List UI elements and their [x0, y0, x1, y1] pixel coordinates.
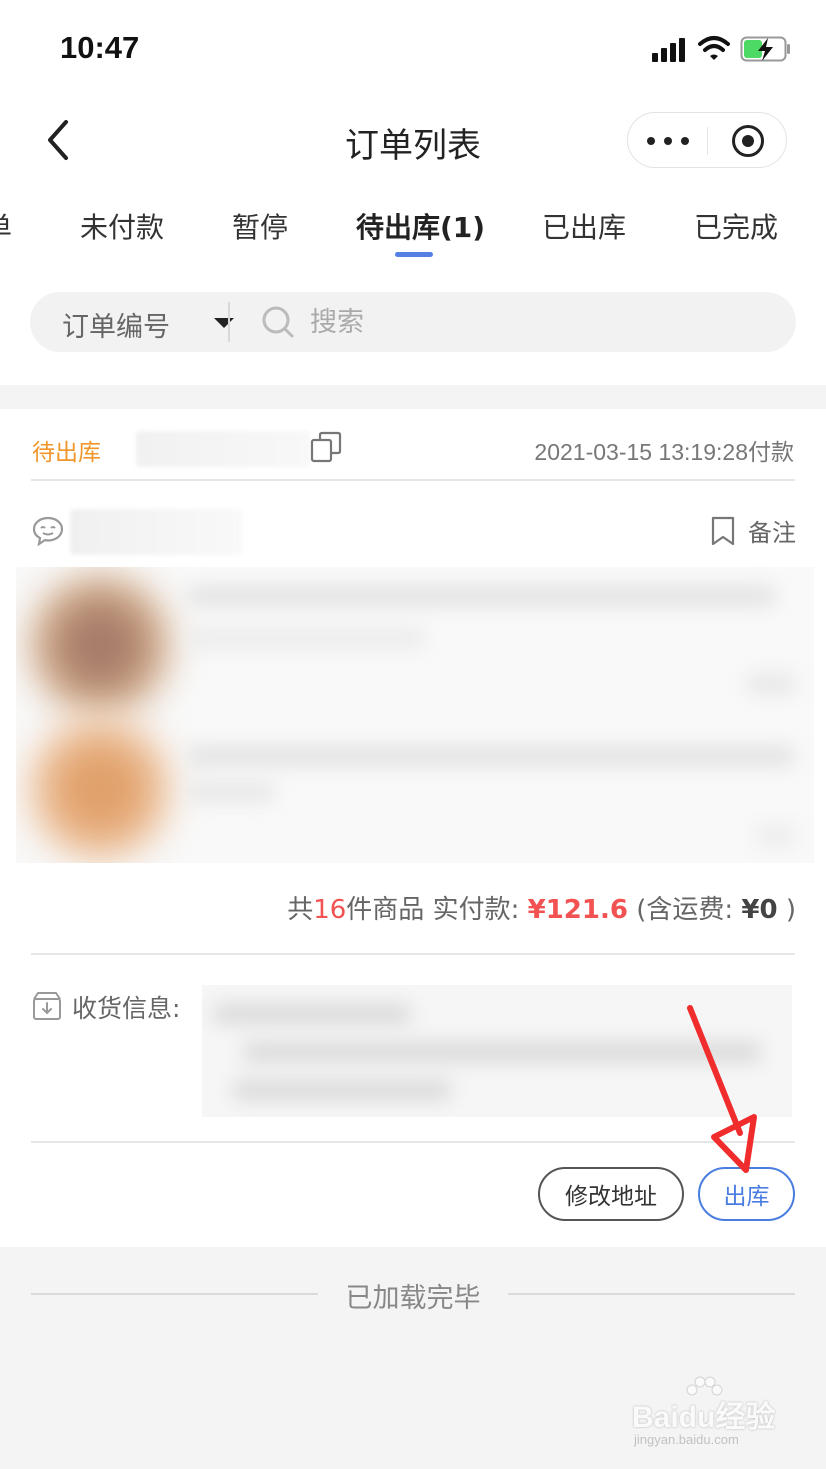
- product-spec-redacted: [186, 627, 426, 649]
- remark-button[interactable]: 备注: [710, 513, 796, 548]
- paid-amount: ¥121.6: [527, 895, 628, 925]
- bookmark-icon: [711, 516, 735, 545]
- tab-unpaid[interactable]: 未付款: [80, 206, 164, 246]
- product-title-redacted: [186, 585, 776, 607]
- tab-awaiting-shipment[interactable]: 待出库(1): [356, 206, 485, 246]
- loaded-complete-text: 已加载完毕: [345, 1283, 481, 1314]
- watermark-text: Baidu经验: [632, 1401, 776, 1434]
- tab-shipped[interactable]: 已出库: [542, 206, 626, 246]
- product-thumbnail: [30, 575, 170, 715]
- address-label: 收货信息:: [72, 994, 181, 1023]
- delivery-box-icon: [33, 992, 61, 1020]
- search-bar: 订单编号: [30, 292, 796, 352]
- payment-time: 2021-03-15 13:19:28付款: [534, 439, 794, 465]
- product-qty-redacted: [746, 673, 796, 695]
- more-menu-icon[interactable]: [628, 113, 708, 169]
- product-spec-redacted: [186, 781, 276, 803]
- product-thumbnail: [30, 719, 170, 859]
- cellular-signal-icon: [652, 38, 688, 62]
- active-tab-indicator: [395, 252, 433, 257]
- product-title-redacted: [186, 745, 796, 767]
- baidu-watermark: Baidu经验 jingyan.baidu.com: [632, 1376, 792, 1456]
- battery-charging-icon: [740, 36, 790, 62]
- item-count: 16: [313, 895, 347, 925]
- shipping-fee: ¥0: [741, 895, 778, 925]
- search-input[interactable]: [310, 300, 770, 344]
- product-item[interactable]: [16, 567, 814, 715]
- copy-icon[interactable]: [310, 431, 342, 463]
- annotation-arrow-icon: [687, 1005, 757, 1173]
- order-number-redacted: [136, 431, 310, 467]
- tab-all-orders[interactable]: 单: [0, 206, 12, 246]
- remark-label: 备注: [748, 519, 796, 547]
- footer-line-right: [508, 1293, 795, 1295]
- search-type-selector[interactable]: 订单编号: [62, 305, 170, 344]
- edit-address-button[interactable]: 修改地址: [538, 1167, 684, 1221]
- wifi-icon: [698, 36, 730, 60]
- status-time: 10:47: [60, 30, 140, 65]
- card-divider: [31, 479, 795, 481]
- product-item[interactable]: [16, 715, 814, 863]
- buyer-name-redacted: [70, 509, 242, 555]
- ship-out-button[interactable]: 出库: [698, 1167, 795, 1221]
- close-target-icon[interactable]: [708, 113, 788, 169]
- caret-down-icon[interactable]: [214, 318, 234, 328]
- tab-completed[interactable]: 已完成: [694, 206, 778, 246]
- shipping-prefix: (含运费:: [636, 895, 734, 925]
- shipping-suffix: ): [785, 895, 796, 925]
- watermark-url: jingyan.baidu.com: [634, 1432, 739, 1447]
- chat-bubble-icon: [32, 516, 64, 547]
- order-summary: 共16件商品 实付款: ¥121.6 (含运费: ¥0 ): [287, 889, 796, 926]
- summary-prefix: 共: [287, 895, 314, 925]
- tab-paused[interactable]: 暂停: [232, 206, 288, 246]
- paid-label: 实付款:: [432, 895, 520, 925]
- product-qty-redacted: [756, 825, 796, 847]
- product-list-redacted: [16, 567, 814, 863]
- mini-program-capsule: [627, 112, 787, 168]
- search-divider: [228, 302, 230, 342]
- search-icon: [262, 306, 294, 338]
- summary-suffix: 件商品: [346, 895, 425, 925]
- order-status: 待出库: [32, 440, 101, 466]
- card-divider: [31, 953, 795, 955]
